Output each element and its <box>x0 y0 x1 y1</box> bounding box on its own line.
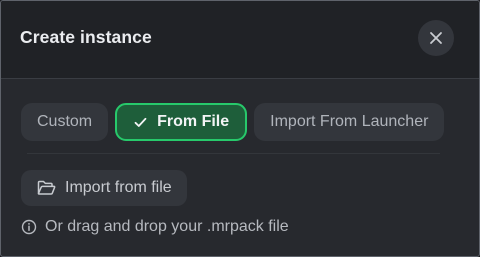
close-icon <box>429 31 443 45</box>
info-icon <box>21 219 37 235</box>
import-button-label: Import from file <box>65 179 172 196</box>
close-button[interactable] <box>418 20 454 56</box>
folder-open-icon <box>37 180 56 196</box>
import-from-file-button[interactable]: Import from file <box>21 170 187 206</box>
tab-label: From File <box>157 113 230 130</box>
tab-from-file[interactable]: From File <box>115 103 248 141</box>
create-instance-dialog: Create instance Custom From File Import … <box>0 0 480 257</box>
hint-text: Or drag and drop your .mrpack file <box>45 218 289 235</box>
tab-import-from-launcher[interactable]: Import From Launcher <box>254 103 445 141</box>
dialog-title: Create instance <box>20 27 152 47</box>
tab-label: Import From Launcher <box>270 113 429 130</box>
tab-label: Custom <box>37 113 93 130</box>
dialog-header: Create instance <box>1 1 479 79</box>
source-tabs: Custom From File Import From Launcher <box>21 103 445 141</box>
check-icon <box>134 117 147 128</box>
drag-drop-hint: Or drag and drop your .mrpack file <box>21 217 289 237</box>
tabs-divider <box>27 153 440 154</box>
tab-custom[interactable]: Custom <box>21 103 109 141</box>
